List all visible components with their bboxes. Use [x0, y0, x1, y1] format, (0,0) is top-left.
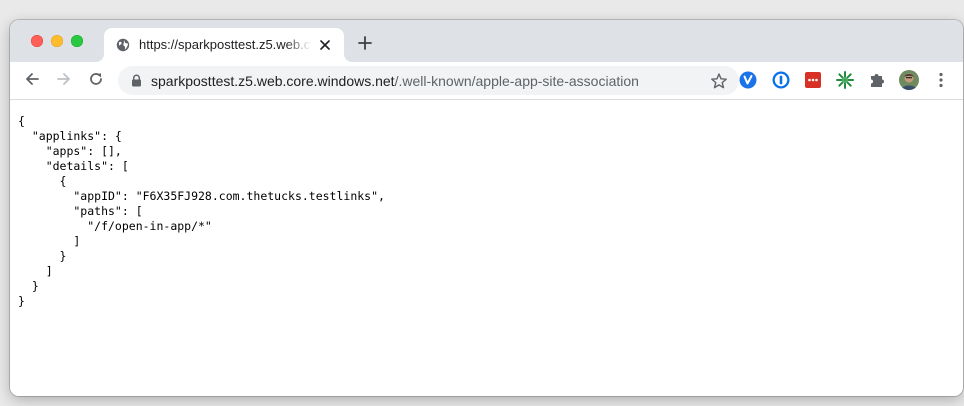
title-bar: https://sparkposttest.z5.web.core.window…: [10, 20, 963, 62]
close-icon[interactable]: [317, 37, 333, 53]
v-extension-icon[interactable]: [739, 71, 757, 89]
new-tab-button[interactable]: [354, 34, 376, 56]
page-content: { "applinks": { "apps": [], "details": […: [10, 100, 963, 396]
avatar-icon[interactable]: [899, 70, 919, 90]
kebab-menu-icon[interactable]: [932, 71, 950, 89]
plus-icon: [358, 35, 372, 55]
close-window-button[interactable]: [31, 35, 43, 47]
red-extension-icon[interactable]: [804, 71, 822, 89]
json-text: { "applinks": { "apps": [], "details": […: [18, 114, 385, 308]
forward-button[interactable]: [53, 70, 75, 92]
forward-arrow-icon: [56, 71, 72, 92]
globe-icon: [116, 38, 130, 52]
back-arrow-icon: [24, 71, 40, 92]
maximize-window-button[interactable]: [71, 35, 83, 47]
back-button[interactable]: [21, 70, 43, 92]
tab-title: https://sparkposttest.z5.web.core.window…: [139, 37, 311, 52]
1password-icon[interactable]: [772, 71, 790, 89]
minimize-window-button[interactable]: [51, 35, 63, 47]
puzzle-icon[interactable]: [868, 71, 886, 89]
url-text[interactable]: sparkposttest.z5.web.core.windows.net/.w…: [151, 73, 639, 89]
star-icon[interactable]: [710, 72, 728, 90]
tab-active[interactable]: https://sparkposttest.z5.web.core.window…: [104, 28, 344, 62]
url-host: sparkposttest.z5.web.core.windows.net: [151, 73, 395, 89]
browser-window: https://sparkposttest.z5.web.core.window…: [10, 20, 963, 396]
lock-icon[interactable]: [131, 74, 142, 87]
reload-icon: [88, 71, 104, 92]
green-extension-icon[interactable]: [836, 71, 854, 89]
url-path: /.well-known/apple-app-site-association: [394, 73, 639, 89]
address-bar[interactable]: sparkposttest.z5.web.core.windows.net/.w…: [118, 66, 739, 95]
reload-button[interactable]: [85, 70, 107, 92]
toolbar: sparkposttest.z5.web.core.windows.net/.w…: [10, 62, 963, 100]
